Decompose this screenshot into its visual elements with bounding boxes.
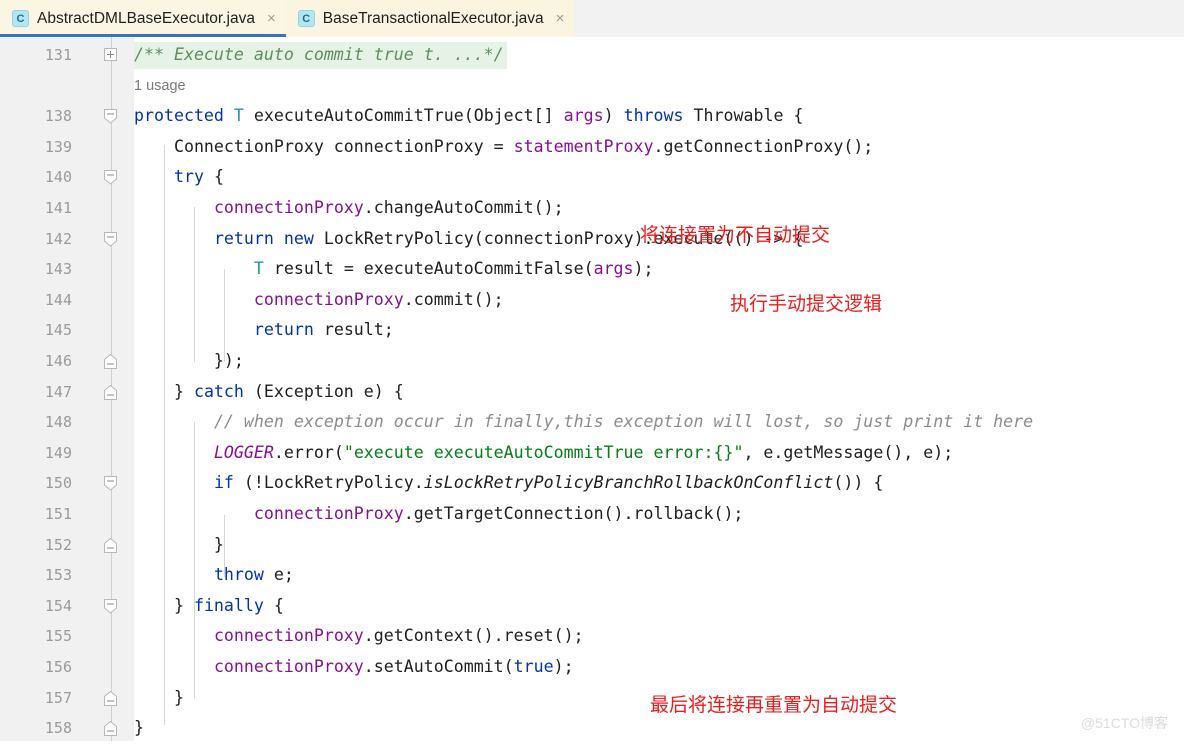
line-number: 140: [44, 168, 72, 187]
line-number: 156: [44, 658, 72, 676]
fold-end-icon[interactable]: [104, 537, 119, 553]
code-line: 144 connectionProxy.commit();: [0, 285, 1184, 316]
code-text[interactable]: connectionProxy.getTargetConnection().ro…: [134, 499, 1184, 530]
fold-plus-icon[interactable]: [104, 48, 119, 63]
code-text[interactable]: connectionProxy.getContext().reset();: [134, 621, 1184, 652]
line-number: 147: [44, 382, 72, 401]
annotation-note-2: 执行手动提交逻辑: [730, 293, 883, 315]
line-number: 144: [44, 290, 72, 309]
code-line: 150 if (!LockRetryPolicy.isLockRetryPoli…: [0, 468, 1184, 499]
code-text[interactable]: T result = executeAutoCommitFalse(args);: [134, 254, 1184, 285]
fold-end-icon[interactable]: [104, 354, 119, 369]
tab-basetransactionalexecutor[interactable]: C BaseTransactionalExecutor.java ×: [285, 0, 575, 37]
code-line: 1 usage: [0, 71, 1184, 102]
line-number: 151: [44, 505, 72, 523]
code-line: 131 /** Execute auto commit true t. ...*/: [0, 40, 1184, 71]
code-line: 158}: [0, 713, 1184, 744]
code-line: 153 throw e;: [0, 560, 1184, 591]
line-number: 155: [44, 627, 72, 646]
code-text[interactable]: }: [134, 530, 1184, 561]
line-number: 146: [44, 352, 72, 370]
code-line: 138 protected T executeAutoCommitTrue(Obj…: [0, 101, 1184, 132]
code-text[interactable]: protected T executeAutoCommitTrue(Object…: [134, 101, 1184, 132]
line-number: 141: [44, 199, 72, 217]
intellij-editor-window: C AbstractDMLBaseExecutor.java × C BaseT…: [0, 0, 1184, 741]
code-text[interactable]: });: [134, 346, 1184, 377]
close-icon[interactable]: ×: [267, 11, 276, 26]
annotation-note-3: 最后将连接再重置为自动提交: [650, 694, 898, 716]
code-line: 152 }: [0, 530, 1184, 561]
line-number: 142: [44, 229, 72, 248]
java-class-icon: C: [297, 10, 315, 27]
code-line: 145 return result;: [0, 315, 1184, 346]
line-number: 138: [44, 107, 72, 126]
code-line: 148 // when exception occur in finally,t…: [0, 407, 1184, 438]
code-line: 142 return new LockRetryPolicy(connectio…: [0, 224, 1184, 255]
line-number: 131: [44, 46, 72, 64]
code-line: 156 connectionProxy.setAutoCommit(true);: [0, 652, 1184, 683]
fold-minus-icon[interactable]: [104, 231, 119, 247]
code-text[interactable]: connectionProxy.changeAutoCommit();: [134, 193, 1184, 224]
code-line: 143 T result = executeAutoCommitFalse(ar…: [0, 254, 1184, 285]
code-text[interactable]: return result;: [134, 315, 1184, 346]
code-text[interactable]: LOGGER.error("execute executeAutoCommitT…: [134, 438, 1184, 469]
line-number: 148: [44, 413, 72, 432]
code-text[interactable]: connectionProxy.setAutoCommit(true);: [134, 652, 1184, 683]
code-text[interactable]: try {: [134, 162, 1184, 193]
tab-label: AbstractDMLBaseExecutor.java: [37, 9, 255, 27]
code-line: 154 } finally {: [0, 591, 1184, 622]
code-line: 155 connectionProxy.getContext().reset()…: [0, 621, 1184, 652]
code-line: 149 LOGGER.error("execute executeAutoCom…: [0, 438, 1184, 469]
code-line: 139 ConnectionProxy connectionProxy = st…: [0, 132, 1184, 163]
code-lines: 131 /** Execute auto commit true t. ...*/…: [0, 37, 1184, 741]
fold-end-icon[interactable]: [104, 721, 119, 737]
code-text[interactable]: connectionProxy.commit();: [134, 285, 1184, 316]
fold-end-icon[interactable]: [104, 384, 119, 400]
code-text[interactable]: if (!LockRetryPolicy.isLockRetryPolicyBr…: [134, 468, 1184, 499]
tab-bar-filler: [574, 0, 1184, 37]
code-text[interactable]: } finally {: [134, 591, 1184, 622]
line-number: 157: [44, 688, 72, 707]
line-number: 139: [44, 137, 72, 156]
code-line: 140 try {: [0, 162, 1184, 193]
tab-label: BaseTransactionalExecutor.java: [322, 9, 544, 27]
annotation-note-1: 将连接置为不自动提交: [640, 224, 831, 246]
watermark: @51CTO博客: [1080, 715, 1168, 731]
code-text[interactable]: // when exception occur in finally,this …: [134, 407, 1184, 438]
line-number: 145: [44, 321, 72, 340]
fold-end-icon[interactable]: [104, 690, 119, 706]
editor-tab-bar: C AbstractDMLBaseExecutor.java × C BaseT…: [0, 0, 1184, 37]
line-number: 150: [44, 474, 72, 493]
line-number: 158: [44, 719, 72, 738]
code-editor[interactable]: 131 /** Execute auto commit true t. ...*/…: [0, 37, 1184, 741]
code-line: 147 } catch (Exception e) {: [0, 377, 1184, 408]
code-line: 141 connectionProxy.changeAutoCommit();: [0, 193, 1184, 224]
code-text[interactable]: /** Execute auto commit true t. ...*/: [134, 40, 1184, 71]
code-text[interactable]: ConnectionProxy connectionProxy = statem…: [134, 132, 1184, 163]
line-number: 143: [44, 260, 72, 279]
line-number: 152: [44, 535, 72, 554]
close-icon[interactable]: ×: [556, 11, 565, 26]
tab-abstractdmlbaseexecutor[interactable]: C AbstractDMLBaseExecutor.java ×: [0, 0, 286, 37]
fold-minus-icon[interactable]: [104, 476, 119, 492]
usage-hint[interactable]: 1 usage: [134, 71, 186, 102]
fold-minus-icon[interactable]: [104, 170, 119, 186]
code-text[interactable]: throw e;: [134, 560, 1184, 591]
fold-minus-icon[interactable]: [104, 598, 119, 614]
code-text[interactable]: } catch (Exception e) {: [134, 377, 1184, 408]
code-line: 157 }: [0, 683, 1184, 714]
line-number: 154: [44, 596, 72, 615]
java-class-icon: C: [12, 10, 29, 27]
code-line: 146 });: [0, 346, 1184, 377]
code-text[interactable]: }: [134, 713, 1184, 744]
fold-minus-icon[interactable]: [104, 109, 119, 124]
line-number: 149: [44, 443, 72, 462]
line-number: 153: [44, 566, 72, 585]
code-line: 151 connectionProxy.getTargetConnection(…: [0, 499, 1184, 530]
